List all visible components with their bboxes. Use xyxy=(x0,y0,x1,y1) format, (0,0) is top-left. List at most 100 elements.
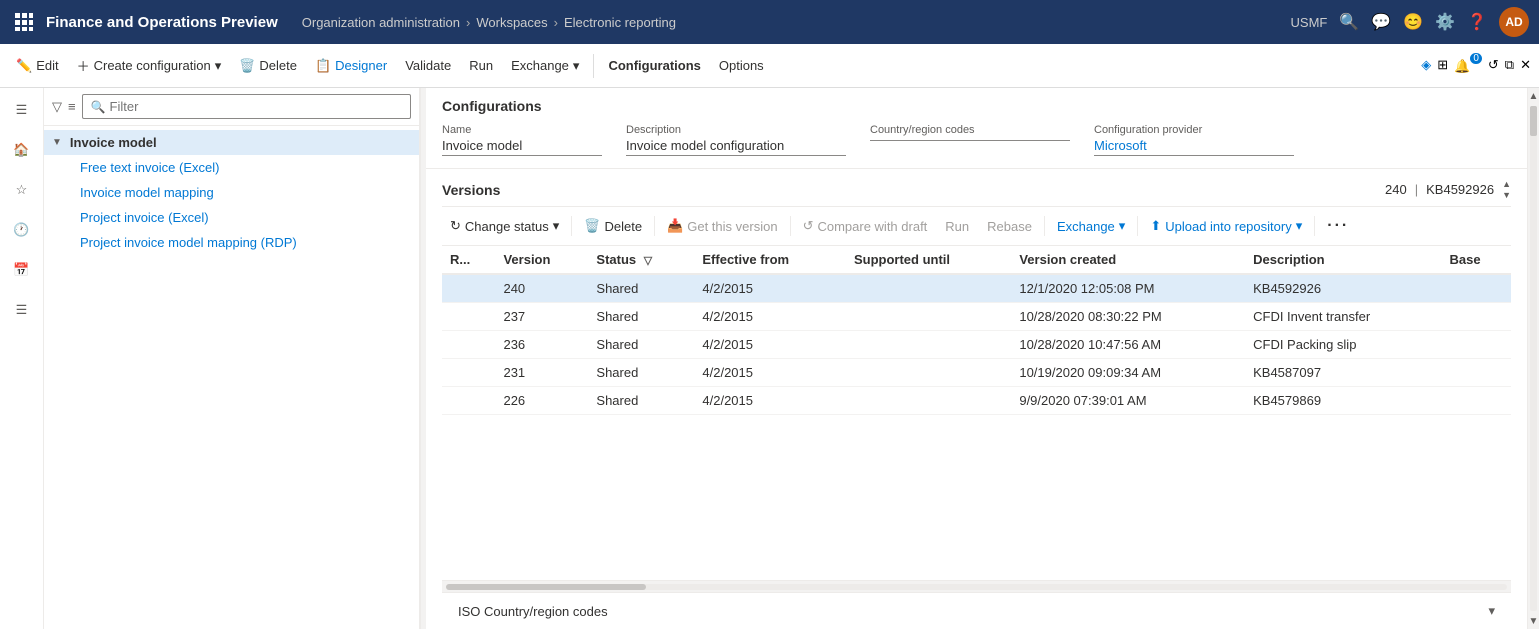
tree-search-box[interactable]: 🔍 xyxy=(82,94,411,119)
delete-icon: 🗑️ xyxy=(584,218,600,234)
get-version-button[interactable]: 📥 Get this version xyxy=(659,214,786,238)
options-button[interactable]: Options xyxy=(711,54,772,77)
v-separator-2 xyxy=(654,216,655,236)
edit-button[interactable]: ✏️ Edit xyxy=(8,54,67,78)
col-base: Base xyxy=(1441,246,1511,274)
upload-repository-button[interactable]: ⬆ Upload into repository ▾ xyxy=(1142,214,1310,238)
col-created: Version created xyxy=(1011,246,1245,274)
tree-item-label: Invoice model xyxy=(70,135,157,150)
exchange-chevron-icon: ▾ xyxy=(1119,218,1126,234)
chevron-down-icon: ▼ xyxy=(1502,190,1511,200)
home-icon[interactable]: 🏠 xyxy=(4,132,40,168)
cell-supported xyxy=(846,331,1011,359)
versions-expand-collapse[interactable]: ▲ ▼ xyxy=(1502,179,1511,200)
cell-base xyxy=(1441,303,1511,331)
notifications-icon[interactable]: 🔔0 xyxy=(1454,57,1482,74)
cell-version: 237 xyxy=(495,303,588,331)
right-scrollbar[interactable]: ▲ ▼ xyxy=(1527,88,1539,629)
cell-supported xyxy=(846,359,1011,387)
change-status-button[interactable]: ↻ Change status ▾ xyxy=(442,214,567,238)
validate-button[interactable]: Validate xyxy=(397,54,459,77)
breadcrumb-org[interactable]: Organization administration xyxy=(302,15,460,30)
designer-button[interactable]: 📋 Designer xyxy=(307,54,395,78)
help-icon[interactable]: ❓ xyxy=(1467,12,1487,32)
status-filter-icon[interactable]: ▽ xyxy=(644,255,652,267)
exchange-version-button[interactable]: Exchange ▾ xyxy=(1049,214,1133,238)
tree-item-invoice-model[interactable]: ▼ Invoice model xyxy=(44,130,419,155)
calendar-icon[interactable]: 📅 xyxy=(4,252,40,288)
delete-button[interactable]: 🗑️ Delete xyxy=(231,54,305,78)
close-icon[interactable]: ✕ xyxy=(1520,57,1531,73)
cell-desc: KB4579869 xyxy=(1245,387,1441,415)
cell-desc: CFDI Packing slip xyxy=(1245,331,1441,359)
settings-icon[interactable]: ⚙️ xyxy=(1435,12,1455,32)
tree-filter-icon[interactable]: ▽ xyxy=(52,99,62,115)
v-separator-5 xyxy=(1137,216,1138,236)
v-separator-6 xyxy=(1314,216,1315,236)
v-separator-4 xyxy=(1044,216,1045,236)
app-title: Finance and Operations Preview xyxy=(46,14,278,31)
run-button[interactable]: Run xyxy=(461,54,501,77)
tree-search-input[interactable] xyxy=(110,99,402,114)
compare-draft-button[interactable]: ↺ Compare with draft xyxy=(795,214,936,238)
star-icon[interactable]: ☆ xyxy=(4,172,40,208)
clock-icon[interactable]: 🕐 xyxy=(4,212,40,248)
cell-status: Shared xyxy=(588,387,694,415)
versions-delete-button[interactable]: 🗑️ Delete xyxy=(576,214,650,238)
smiley-icon[interactable]: 😊 xyxy=(1403,12,1423,32)
iso-label: ISO Country/region codes xyxy=(458,604,608,619)
table-row[interactable]: 240 Shared 4/2/2015 12/1/2020 12:05:08 P… xyxy=(442,274,1511,303)
table-row[interactable]: 237 Shared 4/2/2015 10/28/2020 08:30:22 … xyxy=(442,303,1511,331)
col-version: Version xyxy=(495,246,588,274)
cell-base xyxy=(1441,387,1511,415)
cell-desc: KB4587097 xyxy=(1245,359,1441,387)
scroll-thumb[interactable] xyxy=(1530,106,1537,136)
config-desc-field: Description Invoice model configuration xyxy=(626,124,846,156)
horizontal-scrollbar[interactable] xyxy=(442,580,1511,592)
rebase-button[interactable]: Rebase xyxy=(979,215,1040,238)
tree-item-project-invoice[interactable]: Project invoice (Excel) xyxy=(44,205,419,230)
app-grid-icon[interactable] xyxy=(10,8,38,36)
cell-base xyxy=(1441,359,1511,387)
chat-icon[interactable]: 💬 xyxy=(1371,12,1391,32)
col-status: Status ▽ xyxy=(588,246,694,274)
more-options-button[interactable]: ··· xyxy=(1319,213,1357,239)
tree-item-invoice-mapping[interactable]: Invoice model mapping xyxy=(44,180,419,205)
h-scroll-thumb[interactable] xyxy=(446,584,646,590)
table-row[interactable]: 236 Shared 4/2/2015 10/28/2020 10:47:56 … xyxy=(442,331,1511,359)
refresh-icon[interactable]: ↺ xyxy=(1488,57,1499,73)
scroll-down-button[interactable]: ▼ xyxy=(1528,613,1539,629)
run-version-button[interactable]: Run xyxy=(937,215,977,238)
side-icon-panel: ☰ 🏠 ☆ 🕐 📅 ☰ xyxy=(0,88,44,629)
cell-status: Shared xyxy=(588,274,694,303)
tree-lines-icon[interactable]: ≡ xyxy=(68,99,76,114)
config-name-field: Name Invoice model xyxy=(442,124,602,156)
scroll-track xyxy=(1530,106,1537,611)
filter-right-icon[interactable]: ◈ xyxy=(1421,57,1431,73)
user-avatar[interactable]: AD xyxy=(1499,7,1529,37)
cell-created: 10/19/2020 09:09:34 AM xyxy=(1011,359,1245,387)
grid-view-icon[interactable]: ⊞ xyxy=(1437,57,1448,73)
create-icon: ＋ xyxy=(77,56,90,75)
iso-section[interactable]: ISO Country/region codes ▾ xyxy=(442,592,1511,629)
tree-item-label: Project invoice model mapping (RDP) xyxy=(80,235,297,250)
breadcrumb-er[interactable]: Electronic reporting xyxy=(564,15,676,30)
country-label: Country/region codes xyxy=(870,124,1070,136)
scroll-up-button[interactable]: ▲ xyxy=(1528,88,1539,104)
table-row[interactable]: 226 Shared 4/2/2015 9/9/2020 07:39:01 AM… xyxy=(442,387,1511,415)
tree-item-project-mapping[interactable]: Project invoice model mapping (RDP) xyxy=(44,230,419,255)
table-header-row: R... Version Status ▽ Effective from Sup… xyxy=(442,246,1511,274)
cell-supported xyxy=(846,387,1011,415)
hamburger-icon[interactable]: ☰ xyxy=(4,92,40,128)
upload-chevron-icon: ▾ xyxy=(1296,218,1303,234)
create-config-button[interactable]: ＋ Create configuration ▾ xyxy=(69,52,230,79)
search-icon[interactable]: 🔍 xyxy=(1339,12,1359,32)
breadcrumb-workspaces[interactable]: Workspaces xyxy=(476,15,547,30)
configurations-button[interactable]: Configurations xyxy=(600,54,708,77)
exchange-button[interactable]: Exchange ▾ xyxy=(503,54,587,78)
table-row[interactable]: 231 Shared 4/2/2015 10/19/2020 09:09:34 … xyxy=(442,359,1511,387)
tree-item-free-text[interactable]: Free text invoice (Excel) xyxy=(44,155,419,180)
open-new-icon[interactable]: ⧉ xyxy=(1505,57,1514,73)
provider-value[interactable]: Microsoft xyxy=(1094,138,1294,156)
list-icon[interactable]: ☰ xyxy=(4,292,40,328)
